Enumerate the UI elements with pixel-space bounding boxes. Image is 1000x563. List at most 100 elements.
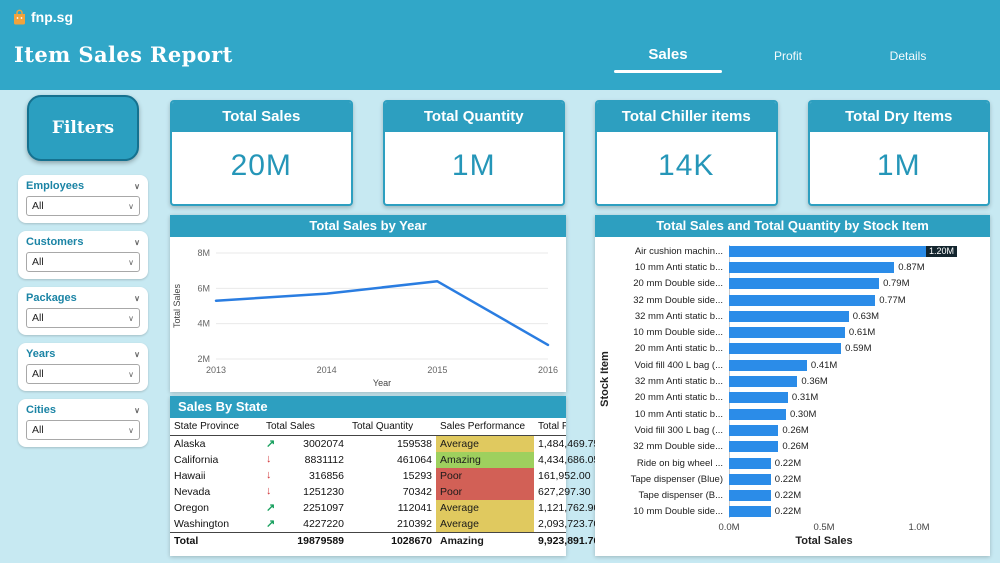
performance-cell: Average [436,500,534,516]
bar-track: 0.31M [729,392,984,404]
bar-track: 0.26M [729,441,984,453]
quantity-cell: 159538 [396,438,432,450]
filter-header[interactable]: Years ∨ [26,348,140,360]
trend-down-icon: ↓ [266,469,272,481]
bar[interactable] [729,441,779,453]
performance-cell: Average [436,516,534,533]
column-header-total-quantity: Total Quantity [348,418,436,436]
bar-row: 10 mm Double side... 0.22M [617,504,984,520]
chevron-down-icon: ∨ [134,293,140,303]
state-cell: Total [170,532,262,549]
bar-category-label: 32 mm Double side... [633,441,723,453]
profit-cell: 2,093,723.70 [538,518,600,530]
performance-cell: Poor [436,468,534,484]
state-cell: Nevada [174,486,211,498]
bar[interactable] [729,278,880,290]
sales-line[interactable] [214,280,550,347]
y-tick-label: 4M [197,319,210,329]
bar-chart-body: Stock Item Air cushion machin... 1.20M 10 … [595,237,990,562]
bar-row: Air cushion machin... 1.20M [617,243,984,259]
bar-category-label: Air cushion machin... [634,245,723,257]
bar-value-label: 0.31M [791,392,819,404]
bar-category-label: Tape dispenser (B... [638,490,724,502]
sales-value: 2251097 [303,502,344,514]
sales-cell: 19879589 [262,532,348,549]
chevron-down-icon: ∨ [128,369,134,379]
tab-sales[interactable]: Sales [614,46,722,73]
bar[interactable] [729,490,771,502]
filter-header[interactable]: Customers ∨ [26,236,140,248]
bar[interactable] [729,408,786,420]
kpi-card-total-dry-items: Total Dry Items 1M [807,100,990,206]
tab-details[interactable]: Details [854,49,962,73]
filter-packages: Packages ∨ All ∨ [18,287,148,335]
bar[interactable] [729,457,771,469]
bar-category-label: Void fill 400 L bag (... [634,359,723,371]
bar-value-label: 0.79M [883,278,910,290]
table-row-total[interactable]: Total 19879589 1028670 Amazing 9,923,891.70 [170,532,599,549]
bar-row: 10 mm Double side... 0.61M [617,324,984,340]
bar-row: 10 mm Anti static b... 0.87M [617,259,984,275]
bar[interactable] [729,473,771,485]
filter-dropdown[interactable]: All ∨ [26,252,140,272]
bar-row: 20 mm Anti static b... 0.31M [617,390,984,406]
filter-dropdown[interactable]: All ∨ [26,308,140,328]
sales-cell: ↗ 2251097 [262,500,348,516]
sales-value: 316856 [308,470,344,482]
state-cell: Alaska [174,438,206,450]
filter-header[interactable]: Cities ∨ [26,404,140,416]
sales-cell: ↓ 316856 [262,468,348,484]
table-row[interactable]: Alaska ↗ 3002074 159538 Average 1,484,469.75 [170,435,599,452]
table-row[interactable]: Hawaii ↓ 316856 15293 Poor 161,952.00 [170,468,591,484]
bar[interactable] [729,327,845,339]
bar[interactable] [729,343,842,355]
performance-cell: Amazing [436,452,534,468]
sales-value: 8831112 [304,454,344,466]
x-tick-label: 2016 [538,365,558,375]
tab-label: Sales [648,46,688,63]
sales-value: 3002074 [303,438,344,450]
tab-active-underline [734,70,842,73]
filter-dropdown[interactable]: All ∨ [26,420,140,440]
filters-button[interactable]: Filters [27,95,139,161]
table-row[interactable]: Washington ↗ 4227220 210392 Average 2,093,723… [170,516,600,533]
filter-dropdown[interactable]: All ∨ [26,364,140,384]
filter-employees: Employees ∨ All ∨ [18,175,148,223]
filter-selected-value: All [32,424,44,436]
bar-value-label: 0.22M [774,457,802,469]
tab-profit[interactable]: Profit [734,49,842,73]
table-row[interactable]: Nevada ↓ 1251230 70342 Poor 627,297.30 [170,484,591,500]
bar[interactable]: 1.20M [729,245,957,257]
kpi-title: Total Sales [172,102,351,132]
logo: fnp.sg [12,9,73,25]
y-tick-label: 8M [197,248,210,258]
filter-label: Cities [26,404,56,416]
bar[interactable] [729,506,771,518]
chevron-down-icon: ∨ [128,313,134,323]
bar[interactable] [729,424,779,436]
table-row[interactable]: California ↓ 8831112 461064 Amazing 4,434,686… [170,452,599,468]
bar-track: 0.30M [729,408,984,420]
table-row[interactable]: Oregon ↗ 2251097 112041 Average 1,121,762.90 [170,500,599,516]
bar-track: 0.79M [729,278,984,290]
line-chart: 2M 4M 6M 8M 2013 2014 2015 2016 Year Total Sales [172,248,558,388]
bar[interactable] [729,294,876,306]
kpi-value: 14K [658,149,715,182]
performance-cell: Poor [436,484,534,500]
bar[interactable] [729,310,849,322]
state-cell: Oregon [174,502,210,514]
filter-dropdown[interactable]: All ∨ [26,196,140,216]
bar[interactable] [729,261,895,273]
filter-customers: Customers ∨ All ∨ [18,231,148,279]
kpi-title: Total Dry Items [809,102,988,132]
line-chart-title: Total Sales by Year [170,215,566,237]
bar[interactable] [729,359,807,371]
trend-up-icon: ↗ [266,518,276,530]
filter-header[interactable]: Packages ∨ [26,292,140,304]
bar[interactable] [729,376,798,388]
sales-value: 1251230 [303,486,344,498]
filter-header[interactable]: Employees ∨ [26,180,140,192]
kpi-card-total-quantity: Total Quantity 1M [382,100,565,206]
quantity-cell: 15293 [402,470,432,482]
bar[interactable] [729,392,788,404]
